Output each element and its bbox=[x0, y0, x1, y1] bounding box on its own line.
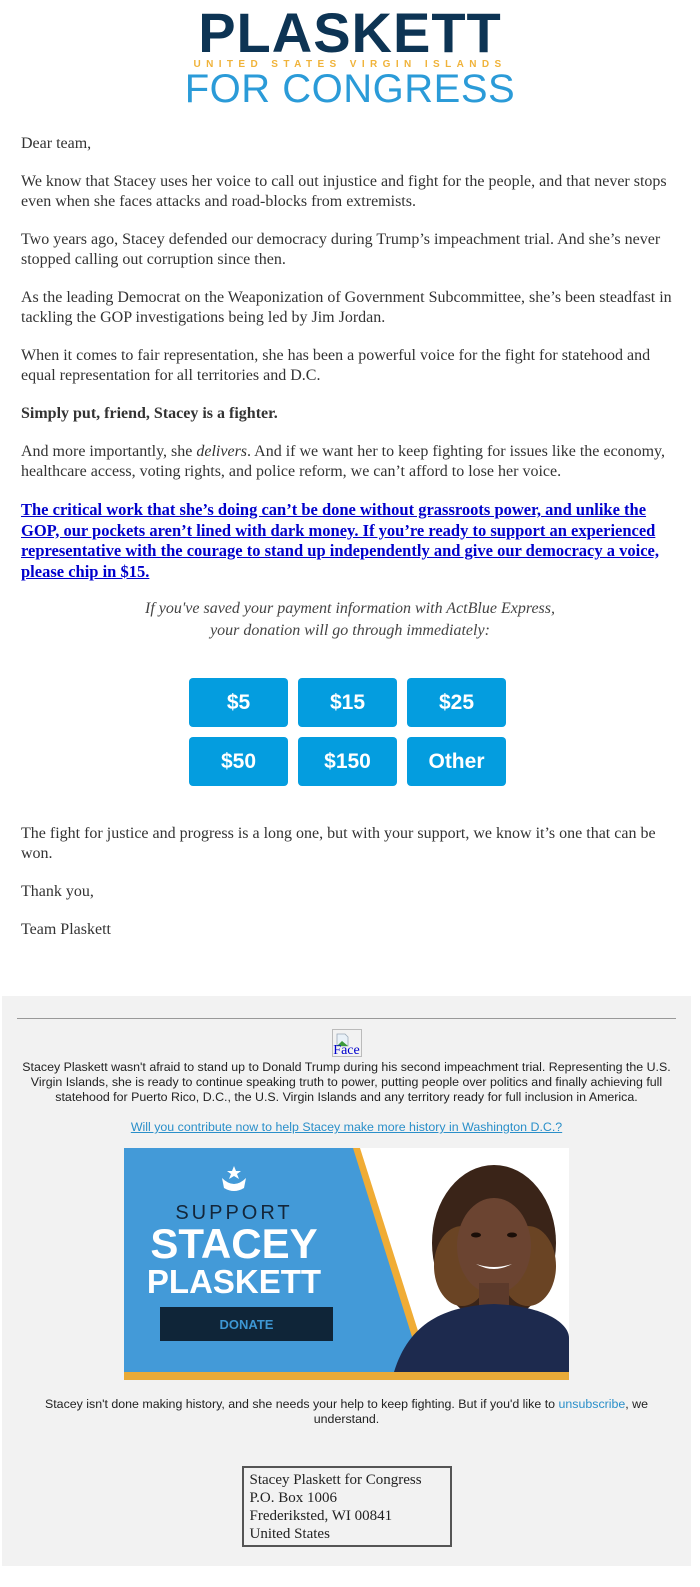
address-line: Frederiksted, WI 00841 bbox=[249, 1508, 393, 1524]
delivers-paragraph: And more importantly, she delivers. And … bbox=[21, 442, 679, 482]
image-alt-text: Face bbox=[333, 1043, 360, 1058]
unsubscribe-note: Stacey isn't done making history, and sh… bbox=[17, 1397, 676, 1427]
logo-name: PLASKETT bbox=[198, 1, 502, 64]
campaign-logo[interactable]: PLASKETT UNITED STATES VIRGIN ISLANDS FO… bbox=[184, 1, 516, 111]
donate-25-button[interactable]: $25 bbox=[407, 678, 506, 727]
donate-banner[interactable]: SUPPORT STACEY PLASKETT DONATE bbox=[124, 1148, 569, 1380]
address-line: United States bbox=[249, 1526, 330, 1542]
thanks: Thank you, bbox=[21, 883, 94, 900]
delivers-text: And more importantly, she bbox=[21, 443, 197, 460]
donate-other-button[interactable]: Other bbox=[407, 737, 506, 786]
banner-bottom-bar bbox=[124, 1372, 569, 1380]
logo-for-congress: FOR CONGRESS bbox=[184, 67, 516, 111]
unsubscribe-link[interactable]: unsubscribe bbox=[558, 1397, 625, 1411]
paragraph: As the leading Democrat on the Weaponiza… bbox=[21, 289, 672, 326]
express-line-2: your donation will go through immediatel… bbox=[210, 622, 490, 639]
banner-donate-button[interactable]: DONATE bbox=[160, 1307, 333, 1341]
closing-paragraph: The fight for justice and progress is a … bbox=[21, 825, 656, 862]
letter-body: Dear team, We know that Stacey uses her … bbox=[0, 110, 700, 642]
header: PLASKETT UNITED STATES VIRGIN ISLANDS FO… bbox=[0, 0, 700, 110]
footer-blurb: Stacey Plaskett wasn't afraid to stand u… bbox=[22, 1060, 671, 1104]
greeting: Dear team, bbox=[21, 135, 92, 152]
address-line: P.O. Box 1006 bbox=[249, 1490, 338, 1506]
delivers-emphasis: delivers bbox=[196, 443, 248, 460]
footer-divider bbox=[17, 1018, 676, 1019]
contribute-link[interactable]: Will you contribute now to help Stacey m… bbox=[17, 1120, 676, 1134]
chip-in-link[interactable]: The critical work that she’s doing can’t… bbox=[21, 500, 679, 582]
paragraph: When it comes to fair representation, sh… bbox=[21, 347, 651, 384]
donate-50-button[interactable]: $50 bbox=[189, 737, 288, 786]
signature: Team Plaskett bbox=[21, 921, 111, 938]
express-line-1: If you've saved your payment information… bbox=[145, 600, 555, 617]
bold-statement: Simply put, friend, Stacey is a fighter. bbox=[21, 405, 278, 422]
donate-15-button[interactable]: $15 bbox=[298, 678, 397, 727]
banner-name-last: PLASKETT bbox=[146, 1263, 322, 1300]
actblue-express-note: If you've saved your payment information… bbox=[21, 598, 679, 642]
donate-5-button[interactable]: $5 bbox=[189, 678, 288, 727]
banner-name-first: STACEY bbox=[150, 1220, 318, 1267]
donation-button-grid: $5 $15 $25 $50 $150 Other bbox=[189, 678, 511, 786]
paragraph: Two years ago, Stacey defended our democ… bbox=[21, 231, 661, 268]
mailing-address: Stacey Plaskett for Congress P.O. Box 10… bbox=[241, 1466, 452, 1547]
footer: Face Stacey Plaskett wasn't afraid to st… bbox=[2, 996, 691, 1566]
unsubscribe-text: Stacey isn't done making history, and sh… bbox=[44, 1397, 559, 1411]
letter-closing: The fight for justice and progress is a … bbox=[0, 786, 700, 940]
paragraph: We know that Stacey uses her voice to ca… bbox=[21, 173, 667, 210]
address-line: Stacey Plaskett for Congress bbox=[249, 1472, 422, 1488]
donate-150-button[interactable]: $150 bbox=[298, 737, 397, 786]
